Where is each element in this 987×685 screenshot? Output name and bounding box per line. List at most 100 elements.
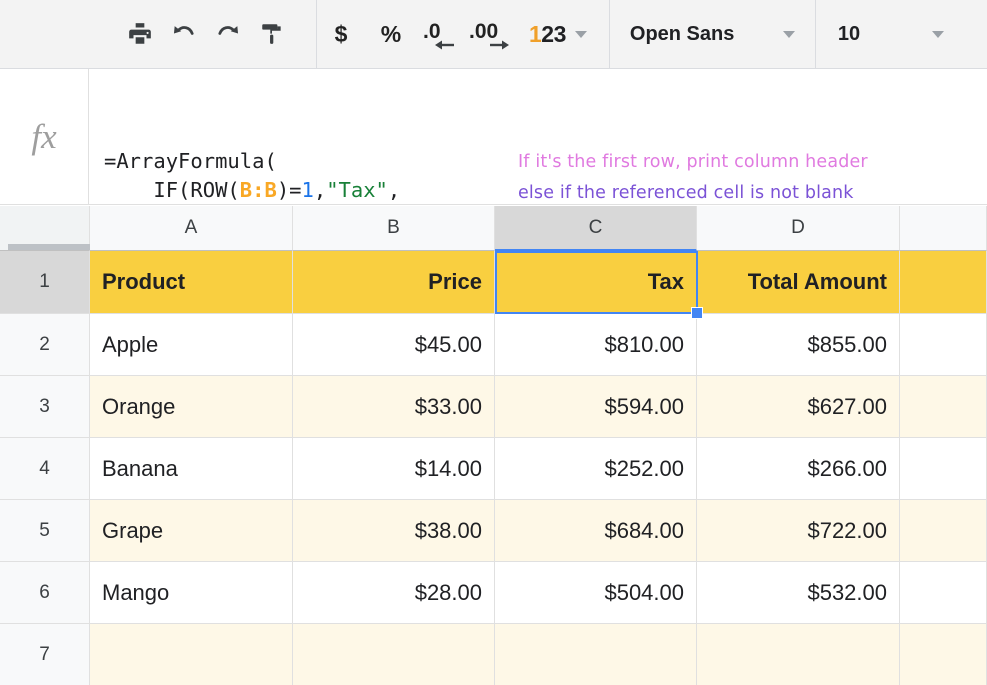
- cell-B7[interactable]: [293, 624, 495, 685]
- fill-handle[interactable]: [691, 307, 703, 319]
- formula-token-strlit: "Tax": [326, 178, 388, 202]
- cell-A5[interactable]: Grape: [90, 500, 293, 562]
- cell-D3[interactable]: $627.00: [697, 376, 900, 438]
- print-button[interactable]: [118, 12, 162, 56]
- table-row: 1ProductPriceTaxTotal Amount: [0, 251, 987, 314]
- column-header-row: A B C D: [0, 206, 987, 251]
- table-row: 5Grape$38.00$684.00$722.00: [0, 500, 987, 562]
- increase-decimal-button[interactable]: .00: [467, 12, 523, 56]
- font-size-selector[interactable]: 10: [816, 0, 966, 69]
- redo-arrow-icon: [214, 20, 242, 48]
- more-formats-digit-1: 1: [529, 21, 541, 47]
- currency-format-button[interactable]: $: [317, 12, 365, 56]
- arrow-left-icon: [433, 38, 457, 52]
- printer-icon: [127, 21, 153, 47]
- row-header-4[interactable]: 4: [0, 438, 90, 500]
- font-family-chevron-down-icon[interactable]: [783, 31, 795, 38]
- arrow-right-icon: [487, 38, 511, 52]
- font-size-label: 10: [838, 23, 860, 46]
- cell-A1[interactable]: Product: [90, 251, 293, 314]
- cell-D5[interactable]: $722.00: [697, 500, 900, 562]
- cell-E6[interactable]: [900, 562, 987, 624]
- cell-C2[interactable]: $810.00: [495, 314, 697, 376]
- cell-B3[interactable]: $33.00: [293, 376, 495, 438]
- select-all-corner-button[interactable]: [0, 206, 90, 251]
- cell-B6[interactable]: $28.00: [293, 562, 495, 624]
- column-header-e[interactable]: [900, 206, 987, 251]
- toolbar: $ % .0 .00 123 Open Sans: [0, 0, 987, 69]
- formula-bar: fx =ArrayFormula( IF(ROW(B:B)=1,"Tax", I…: [0, 69, 987, 205]
- undo-button[interactable]: [162, 12, 206, 56]
- cell-B4[interactable]: $14.00: [293, 438, 495, 500]
- paint-format-button[interactable]: [250, 12, 294, 56]
- cell-E7[interactable]: [900, 624, 987, 685]
- formula-token-punct: IF(ROW(: [153, 178, 239, 202]
- cell-D1[interactable]: Total Amount: [697, 251, 900, 314]
- cell-D6[interactable]: $532.00: [697, 562, 900, 624]
- cell-C1[interactable]: Tax: [495, 251, 697, 314]
- more-formats-chevron-down-icon[interactable]: [575, 31, 587, 38]
- cell-C3[interactable]: $594.00: [495, 376, 697, 438]
- grid-rows: 1ProductPriceTaxTotal Amount2Apple$45.00…: [0, 251, 987, 685]
- redo-button[interactable]: [206, 12, 250, 56]
- table-row: 6Mango$28.00$504.00$532.00: [0, 562, 987, 624]
- cell-A6[interactable]: Mango: [90, 562, 293, 624]
- annotation-line-2: else if the referenced cell is not blank: [518, 178, 879, 209]
- cell-A4[interactable]: Banana: [90, 438, 293, 500]
- paint-roller-icon: [259, 21, 285, 47]
- cell-B2[interactable]: $45.00: [293, 314, 495, 376]
- toolbar-group-actions: [118, 0, 294, 69]
- undo-arrow-icon: [170, 20, 198, 48]
- cell-E2[interactable]: [900, 314, 987, 376]
- cell-A2[interactable]: Apple: [90, 314, 293, 376]
- formula-line: =ArrayFormula(: [104, 147, 437, 176]
- table-row: 2Apple$45.00$810.00$855.00: [0, 314, 987, 376]
- fx-icon: fx: [31, 117, 56, 157]
- column-header-a[interactable]: A: [90, 206, 293, 251]
- cell-B1[interactable]: Price: [293, 251, 495, 314]
- row-header-1[interactable]: 1: [0, 251, 90, 314]
- cell-C6[interactable]: $504.00: [495, 562, 697, 624]
- cell-E3[interactable]: [900, 376, 987, 438]
- cell-B5[interactable]: $38.00: [293, 500, 495, 562]
- decrease-decimal-button[interactable]: .0: [417, 12, 467, 56]
- formula-token-punct: ,: [314, 178, 326, 202]
- percent-format-button[interactable]: %: [365, 12, 417, 56]
- table-row: 3Orange$33.00$594.00$627.00: [0, 376, 987, 438]
- formula-token-punct: )=: [277, 178, 302, 202]
- table-row: 7: [0, 624, 987, 685]
- row-header-7[interactable]: 7: [0, 624, 90, 685]
- spreadsheet-grid: A B C D 1ProductPriceTaxTotal Amount2App…: [0, 206, 987, 685]
- table-row: 4Banana$14.00$252.00$266.00: [0, 438, 987, 500]
- column-header-d[interactable]: D: [697, 206, 900, 251]
- cell-E1[interactable]: [900, 251, 987, 314]
- cell-E4[interactable]: [900, 438, 987, 500]
- cell-A3[interactable]: Orange: [90, 376, 293, 438]
- row-header-3[interactable]: 3: [0, 376, 90, 438]
- cell-D2[interactable]: $855.00: [697, 314, 900, 376]
- more-formats-button[interactable]: 123: [529, 21, 566, 48]
- formula-token-numlit: 1: [302, 178, 314, 202]
- formula-token-ref: B:B: [240, 178, 277, 202]
- font-family-label: Open Sans: [630, 23, 734, 46]
- font-family-selector[interactable]: Open Sans: [610, 0, 815, 69]
- formula-line: IF(ROW(B:B)=1,"Tax",: [104, 176, 437, 205]
- annotation-line-1: If it's the first row, print column head…: [518, 147, 879, 178]
- cell-C5[interactable]: $684.00: [495, 500, 697, 562]
- row-header-5[interactable]: 5: [0, 500, 90, 562]
- row-header-2[interactable]: 2: [0, 314, 90, 376]
- formula-token-punct: ,: [388, 178, 400, 202]
- cell-D4[interactable]: $266.00: [697, 438, 900, 500]
- cell-C4[interactable]: $252.00: [495, 438, 697, 500]
- more-formats-digit-23: 23: [541, 21, 566, 47]
- toolbar-group-formats: $ % .0 .00 123: [317, 0, 609, 69]
- row-header-6[interactable]: 6: [0, 562, 90, 624]
- cell-C7[interactable]: [495, 624, 697, 685]
- function-button[interactable]: fx: [0, 69, 89, 204]
- column-header-b[interactable]: B: [293, 206, 495, 251]
- cell-A7[interactable]: [90, 624, 293, 685]
- column-header-c[interactable]: C: [495, 206, 697, 251]
- cell-D7[interactable]: [697, 624, 900, 685]
- cell-E5[interactable]: [900, 500, 987, 562]
- font-size-chevron-down-icon[interactable]: [932, 31, 944, 38]
